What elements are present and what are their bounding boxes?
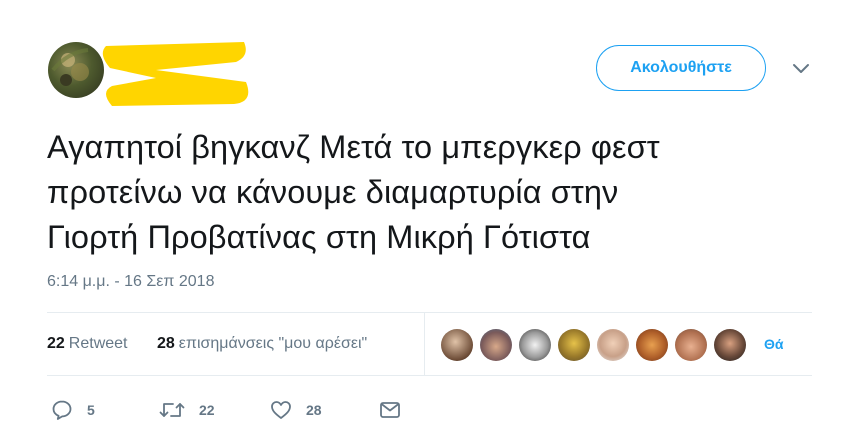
heart-icon	[271, 401, 291, 419]
tweet-timestamp[interactable]: 6:14 μ.μ. - 16 Σεπ 2018	[47, 273, 214, 291]
retweet-stat[interactable]: 22 Retweet	[47, 335, 128, 353]
stats-separator	[424, 313, 425, 375]
liker-avatar[interactable]	[558, 329, 590, 361]
retweet-count: 22	[47, 335, 65, 352]
chevron-down-icon[interactable]	[792, 62, 810, 76]
tweet-stats: 22 Retweet 28 επισημάνσεις "μου αρέσει" Θά	[47, 313, 812, 375]
retweet-stat-label: Retweet	[68, 335, 128, 352]
direct-message-button[interactable]	[379, 392, 401, 428]
liker-avatar[interactable]	[480, 329, 512, 361]
retweet-button[interactable]: 22	[159, 392, 215, 428]
liker-avatar[interactable]	[636, 329, 668, 361]
retweet-icon	[159, 403, 185, 417]
tweet-header: Ακολουθήστε	[0, 0, 858, 120]
retweet-action-count: 22	[199, 402, 215, 418]
message-icon	[380, 402, 400, 418]
follow-button[interactable]: Ακολουθήστε	[596, 45, 766, 91]
tweet-actions: 5 22 28	[47, 392, 447, 428]
more-likers-link[interactable]: Θά	[764, 336, 784, 352]
liker-avatar[interactable]	[519, 329, 551, 361]
likes-stat-label: επισημάνσεις "μου αρέσει"	[178, 335, 368, 352]
likes-count: 28	[157, 335, 175, 352]
liker-avatar[interactable]	[714, 329, 746, 361]
like-action-count: 28	[306, 402, 322, 418]
reply-icon	[52, 400, 72, 420]
liker-avatar[interactable]	[441, 329, 473, 361]
reply-count: 5	[87, 402, 95, 418]
like-button[interactable]: 28	[270, 392, 322, 428]
divider-bottom	[47, 375, 812, 376]
liker-avatar[interactable]	[675, 329, 707, 361]
likes-stat[interactable]: 28 επισημάνσεις "μου αρέσει"	[157, 335, 367, 353]
reply-button[interactable]: 5	[51, 392, 95, 428]
tweet-text: Αγαπητοί βηγκανζ Μετά το μπεργκερ φεστ π…	[47, 129, 660, 255]
redacted-author-name	[96, 32, 254, 112]
liker-avatar[interactable]	[597, 329, 629, 361]
